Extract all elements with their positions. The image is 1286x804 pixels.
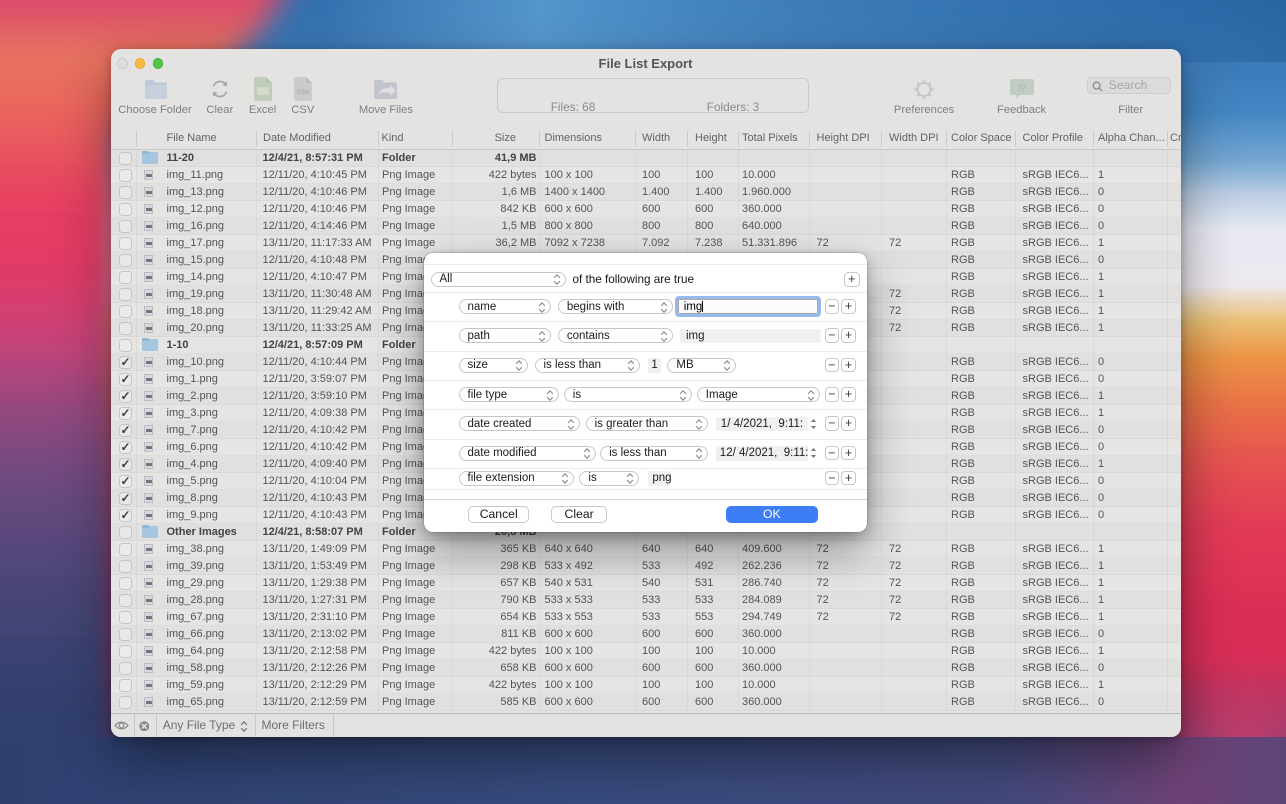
svg-text:CSV: CSV	[296, 90, 308, 96]
svg-text:!?: !?	[1018, 83, 1026, 93]
